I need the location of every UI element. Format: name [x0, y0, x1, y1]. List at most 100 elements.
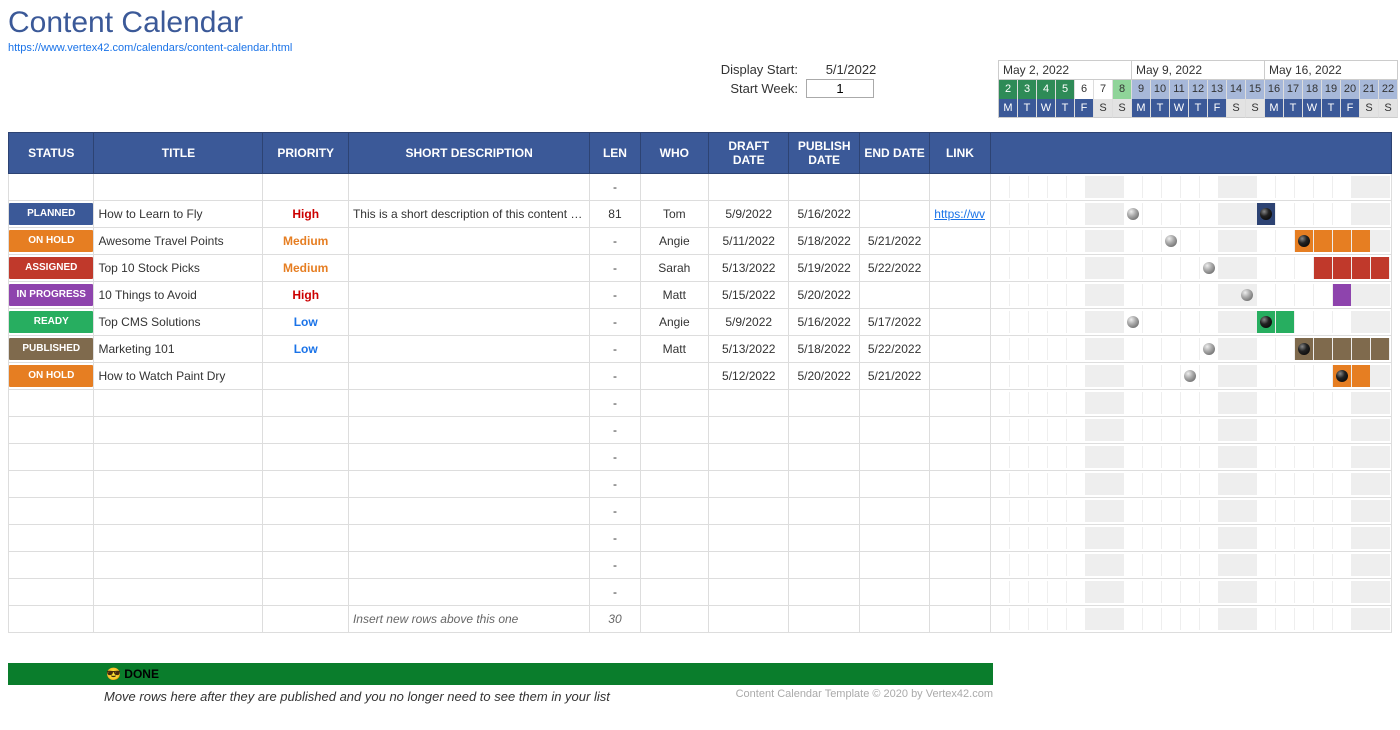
len-cell[interactable]: -	[590, 336, 640, 363]
who-cell[interactable]: Sarah	[640, 255, 708, 282]
status-cell[interactable]: ON HOLD	[9, 363, 94, 390]
end-cell[interactable]: 5/21/2022	[859, 363, 929, 390]
table-row[interactable]: -	[9, 417, 1392, 444]
who-cell[interactable]: Angie	[640, 228, 708, 255]
who-cell[interactable]: Matt	[640, 336, 708, 363]
table-row[interactable]: -	[9, 579, 1392, 606]
link-cell[interactable]	[930, 228, 990, 255]
status-cell[interactable]: ON HOLD	[9, 228, 94, 255]
end-cell[interactable]	[859, 201, 929, 228]
row-link[interactable]: https://wv	[934, 207, 985, 221]
desc-cell[interactable]	[348, 309, 589, 336]
table-row[interactable]: -	[9, 498, 1392, 525]
link-cell[interactable]	[930, 336, 990, 363]
title-cell[interactable]: 10 Things to Avoid	[94, 282, 263, 309]
end-cell[interactable]: 5/21/2022	[859, 228, 929, 255]
status-cell[interactable]: ASSIGNED	[9, 255, 94, 282]
end-cell[interactable]: 5/22/2022	[859, 336, 929, 363]
end-cell[interactable]	[859, 282, 929, 309]
priority-cell[interactable]: Low	[263, 336, 348, 363]
desc-cell[interactable]	[348, 282, 589, 309]
publish-cell[interactable]: 5/16/2022	[789, 309, 859, 336]
desc-cell[interactable]	[348, 363, 589, 390]
col-who[interactable]: WHO	[640, 133, 708, 174]
col-end[interactable]: END DATE	[859, 133, 929, 174]
title-cell[interactable]: Awesome Travel Points	[94, 228, 263, 255]
priority-cell[interactable]: High	[263, 201, 348, 228]
desc-cell[interactable]	[348, 255, 589, 282]
draft-cell[interactable]: 5/15/2022	[709, 282, 789, 309]
len-cell[interactable]: 81	[590, 201, 640, 228]
table-row[interactable]: PUBLISHEDMarketing 101Low-Matt5/13/20225…	[9, 336, 1392, 363]
priority-cell[interactable]: Medium	[263, 228, 348, 255]
len-cell[interactable]: -	[590, 228, 640, 255]
len-cell[interactable]: -	[590, 255, 640, 282]
who-cell[interactable]: Tom	[640, 201, 708, 228]
publish-cell[interactable]: 5/16/2022	[789, 201, 859, 228]
end-cell[interactable]: 5/17/2022	[859, 309, 929, 336]
title-cell[interactable]: How to Learn to Fly	[94, 201, 263, 228]
table-row[interactable]: -	[9, 525, 1392, 552]
link-cell[interactable]	[930, 309, 990, 336]
publish-cell[interactable]: 5/18/2022	[789, 228, 859, 255]
priority-cell[interactable]: Medium	[263, 255, 348, 282]
table-row[interactable]: -	[9, 552, 1392, 579]
draft-cell[interactable]: 5/12/2022	[709, 363, 789, 390]
who-cell[interactable]: Angie	[640, 309, 708, 336]
table-row[interactable]: ON HOLDHow to Watch Paint Dry-5/12/20225…	[9, 363, 1392, 390]
start-week-input[interactable]	[806, 79, 874, 98]
col-status[interactable]: STATUS	[9, 133, 94, 174]
draft-cell[interactable]: 5/9/2022	[709, 309, 789, 336]
source-link[interactable]: https://www.vertex42.com/calendars/conte…	[8, 42, 292, 54]
title-cell[interactable]: Top 10 Stock Picks	[94, 255, 263, 282]
table-row[interactable]: -	[9, 174, 1392, 201]
draft-cell[interactable]: 5/11/2022	[709, 228, 789, 255]
status-cell[interactable]: PUBLISHED	[9, 336, 94, 363]
len-cell[interactable]: -	[590, 282, 640, 309]
table-row[interactable]: PLANNEDHow to Learn to FlyHighThis is a …	[9, 201, 1392, 228]
table-row[interactable]: ASSIGNEDTop 10 Stock PicksMedium-Sarah5/…	[9, 255, 1392, 282]
col-link[interactable]: LINK	[930, 133, 990, 174]
title-cell[interactable]: How to Watch Paint Dry	[94, 363, 263, 390]
status-cell[interactable]: READY	[9, 309, 94, 336]
link-cell[interactable]	[930, 363, 990, 390]
title-cell[interactable]: Top CMS Solutions	[94, 309, 263, 336]
draft-cell[interactable]: 5/13/2022	[709, 255, 789, 282]
table-row[interactable]: READYTop CMS SolutionsLow-Angie5/9/20225…	[9, 309, 1392, 336]
publish-cell[interactable]: 5/20/2022	[789, 282, 859, 309]
col-publish[interactable]: PUBLISH DATE	[789, 133, 859, 174]
col-title[interactable]: TITLE	[94, 133, 263, 174]
publish-cell[interactable]: 5/20/2022	[789, 363, 859, 390]
col-priority[interactable]: PRIORITY	[263, 133, 348, 174]
table-row[interactable]: IN PROGRESS10 Things to AvoidHigh-Matt5/…	[9, 282, 1392, 309]
priority-cell[interactable]: Low	[263, 309, 348, 336]
insert-row[interactable]: Insert new rows above this one30	[9, 606, 1392, 633]
who-cell[interactable]: Matt	[640, 282, 708, 309]
who-cell[interactable]	[640, 363, 708, 390]
link-cell[interactable]	[930, 255, 990, 282]
publish-cell[interactable]: 5/19/2022	[789, 255, 859, 282]
priority-cell[interactable]: High	[263, 282, 348, 309]
len-cell[interactable]: -	[590, 309, 640, 336]
status-cell[interactable]: IN PROGRESS	[9, 282, 94, 309]
draft-cell[interactable]: 5/9/2022	[709, 201, 789, 228]
priority-cell[interactable]	[263, 363, 348, 390]
table-row[interactable]: -	[9, 390, 1392, 417]
draft-cell[interactable]: 5/13/2022	[709, 336, 789, 363]
display-start-value[interactable]: 5/1/2022	[806, 62, 896, 77]
desc-cell[interactable]: This is a short description of this cont…	[348, 201, 589, 228]
desc-cell[interactable]	[348, 228, 589, 255]
len-cell[interactable]: -	[590, 363, 640, 390]
col-len[interactable]: LEN	[590, 133, 640, 174]
end-cell[interactable]: 5/22/2022	[859, 255, 929, 282]
table-row[interactable]: ON HOLDAwesome Travel PointsMedium -Angie…	[9, 228, 1392, 255]
title-cell[interactable]: Marketing 101	[94, 336, 263, 363]
desc-cell[interactable]	[348, 336, 589, 363]
col-draft[interactable]: DRAFT DATE	[709, 133, 789, 174]
status-cell[interactable]: PLANNED	[9, 201, 94, 228]
link-cell[interactable]	[930, 282, 990, 309]
col-desc[interactable]: SHORT DESCRIPTION	[348, 133, 589, 174]
table-row[interactable]: -	[9, 471, 1392, 498]
table-row[interactable]: -	[9, 444, 1392, 471]
publish-cell[interactable]: 5/18/2022	[789, 336, 859, 363]
